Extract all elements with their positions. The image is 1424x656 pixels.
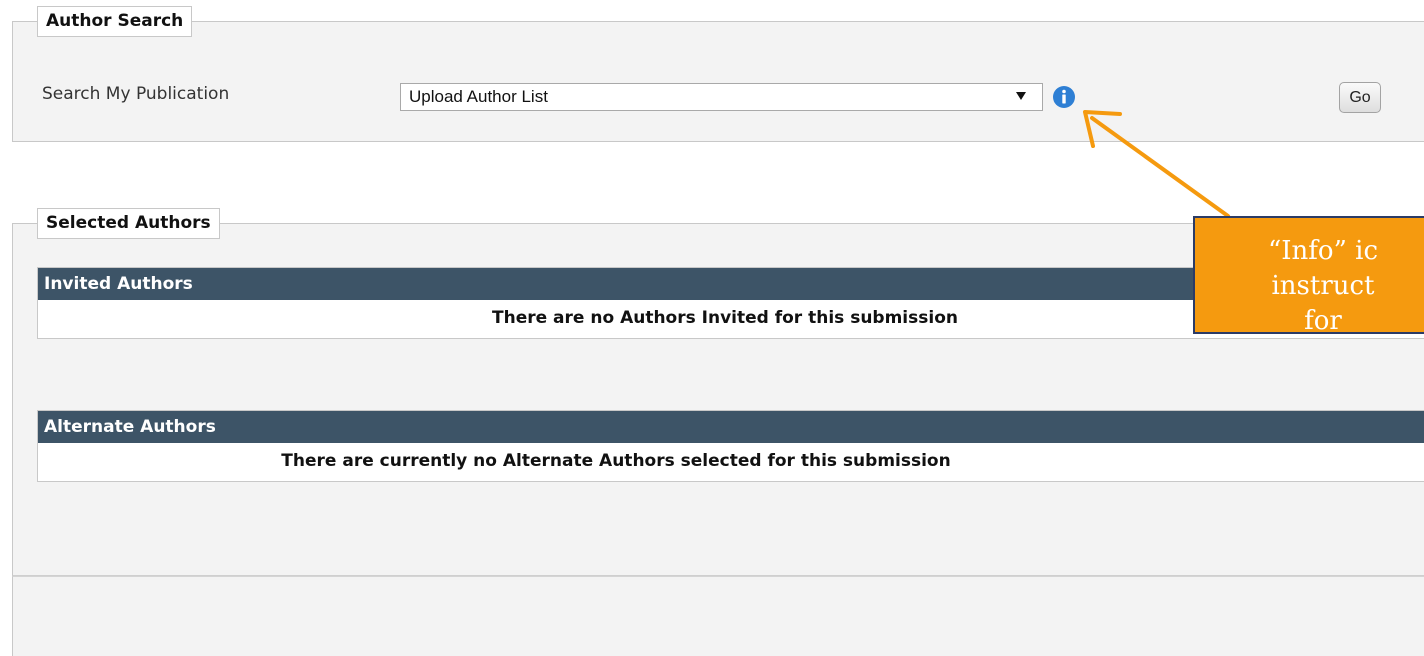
dropdown-caret-icon	[1016, 92, 1026, 100]
author-search-legend: Author Search	[37, 6, 193, 37]
alternate-authors-empty-message: There are currently no Alternate Authors…	[281, 451, 951, 471]
selected-authors-legend: Selected Authors	[37, 208, 220, 239]
info-icon-callout: “Info” ic instruct for	[1193, 216, 1424, 334]
alternate-authors-header: Alternate Authors	[38, 411, 1424, 443]
go-button[interactable]: Go	[1339, 82, 1381, 113]
search-publication-select[interactable]: Upload Author List	[400, 83, 1043, 111]
callout-line-2: instruct	[1271, 271, 1375, 301]
select-value: Upload Author List	[409, 87, 548, 106]
alternate-authors-table: Alternate Authors There are currently no…	[37, 410, 1424, 482]
callout-line-3: for	[1304, 306, 1342, 334]
info-icon[interactable]	[1052, 85, 1076, 109]
bottom-panel	[12, 576, 1424, 656]
search-my-publication-label: Search My Publication	[42, 84, 230, 104]
callout-line-1: “Info” ic	[1267, 236, 1379, 266]
author-search-panel: Author Search Search My Publication Uplo…	[12, 6, 1424, 142]
